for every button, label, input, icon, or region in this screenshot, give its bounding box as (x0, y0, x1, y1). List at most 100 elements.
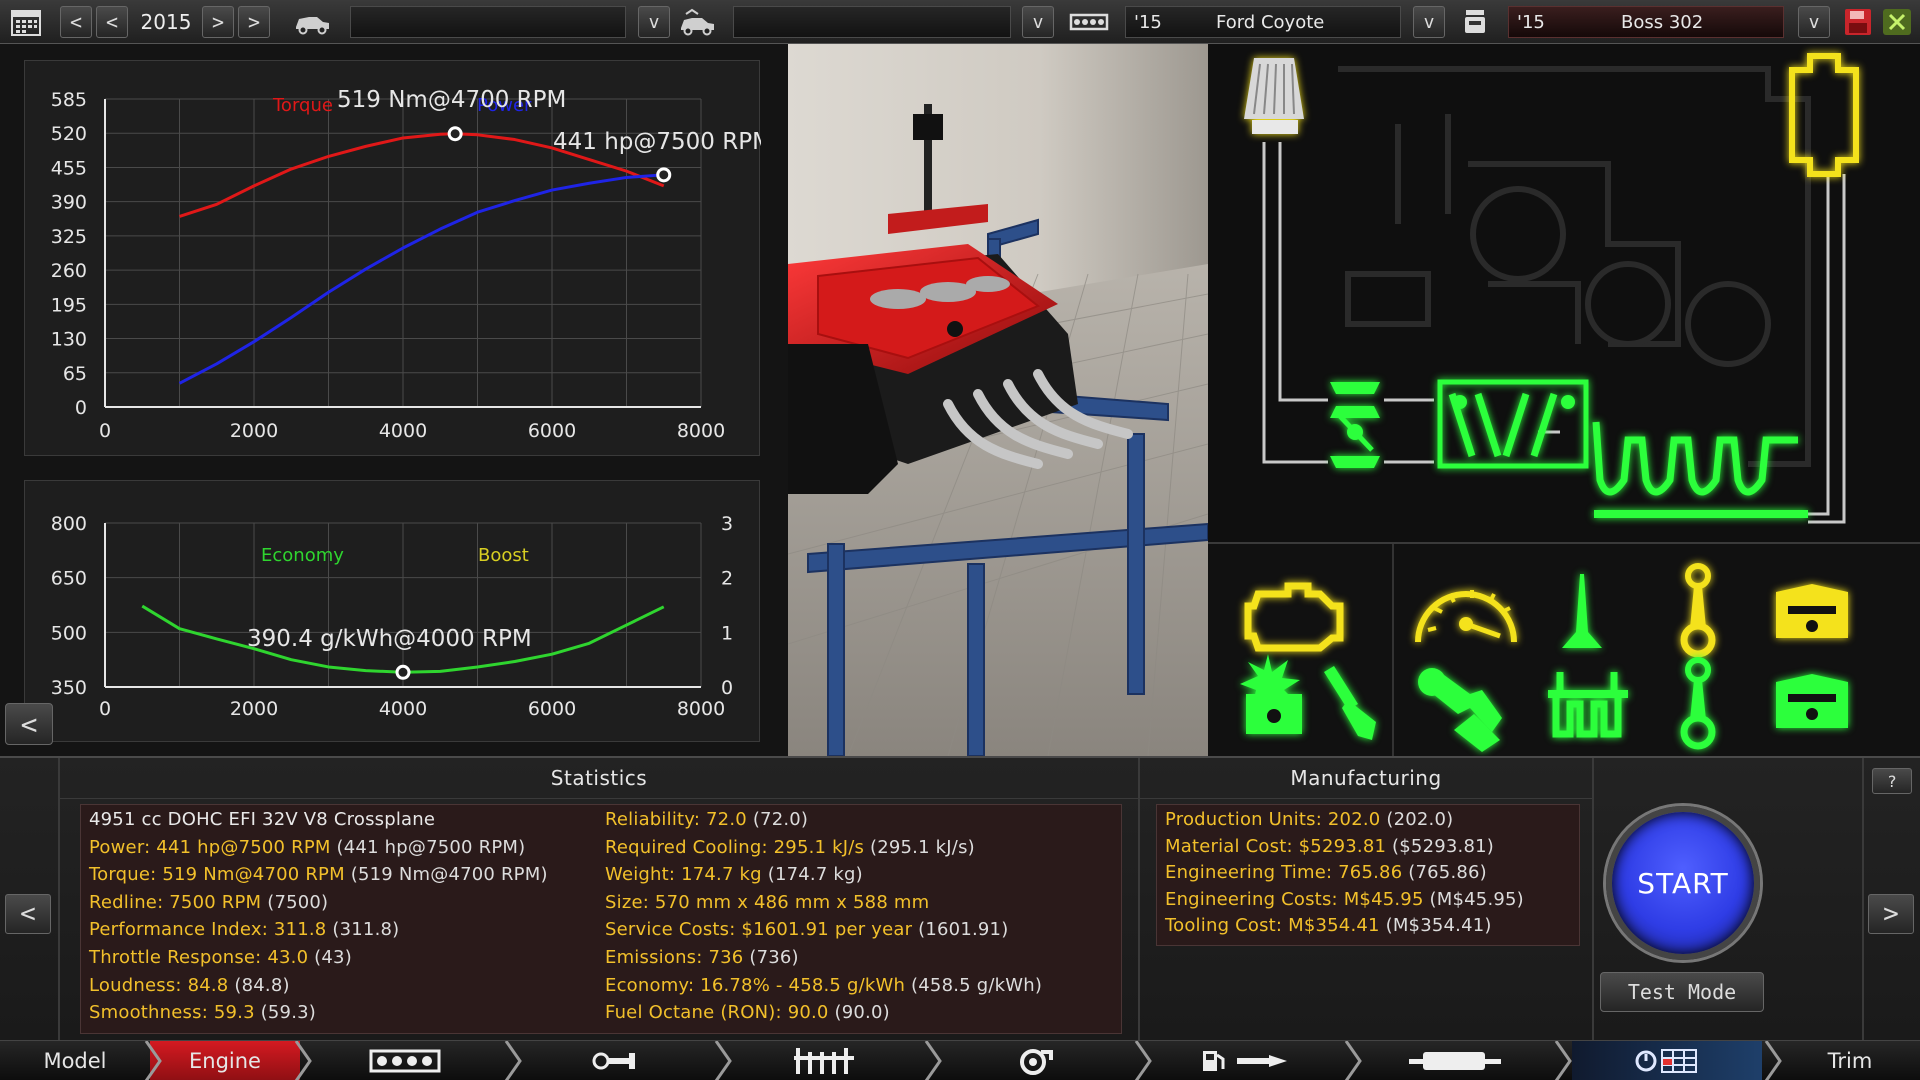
statistics-list: 4951 cc DOHC EFI 32V V8 Crossplane Power:… (80, 804, 1122, 1034)
x-tick-label: 2000 (230, 698, 278, 720)
stat-line: Smoothness: 59.3 (59.3) (89, 1002, 316, 1023)
nav-test-results[interactable] (1572, 1041, 1762, 1080)
economy-best-marker (395, 664, 411, 680)
start-button[interactable]: START (1606, 806, 1760, 960)
engine-family-name: Ford Coyote (1216, 11, 1325, 33)
year-back-button[interactable]: < (96, 6, 128, 38)
engine-block-nav-icon (369, 1049, 441, 1073)
engine-family-dropdown-button[interactable]: v (1413, 6, 1445, 38)
engine-3d-viewport[interactable] (788, 44, 1208, 756)
throttle-body-icon[interactable] (1330, 382, 1380, 468)
intake-manifold-icon[interactable] (1437, 379, 1589, 469)
year-forward-button[interactable]: > (202, 6, 234, 38)
engine-family-selector[interactable]: '15 Ford Coyote (1125, 6, 1401, 38)
y-tick-label: 0 (75, 397, 87, 419)
car-model-selector[interactable] (350, 6, 626, 38)
nav-chevron-icon (504, 1041, 522, 1080)
car-model-dropdown-button[interactable]: v (638, 6, 670, 38)
engine-variant-selector[interactable]: '15 Boss 302 (1508, 6, 1784, 38)
statistics-area: Statistics Manufacturing ? < > 4951 cc D… (0, 756, 1920, 1042)
muffler-nav-icon (1409, 1052, 1501, 1070)
manufacturing-stat-base-value: (M$354.41) (1379, 915, 1492, 937)
car-variant-dropdown-button[interactable]: v (1022, 6, 1054, 38)
nav-engine-block[interactable] (310, 1041, 500, 1080)
next-page-button[interactable]: > (1868, 894, 1914, 934)
stat-line: 4951 cc DOHC EFI 32V V8 Crossplane (89, 809, 435, 830)
close-variant-icon[interactable] (1880, 6, 1914, 38)
connecting-rod-top-icon[interactable] (1680, 563, 1716, 658)
car-model-icon (292, 6, 332, 38)
exhaust-manifold-icon[interactable] (1592, 421, 1808, 518)
manufacturing-stat-value: Production Units: 202.0 (1165, 809, 1381, 830)
nav-fuel-system[interactable] (1150, 1041, 1340, 1080)
camshaft-icon[interactable] (1562, 574, 1602, 648)
manufacturing-stat-base-value: (M$45.95) (1423, 888, 1524, 910)
stat-line: Reliability: 72.0 (72.0) (605, 809, 808, 830)
previous-page-button[interactable]: < (5, 894, 51, 934)
help-button[interactable]: ? (1872, 768, 1912, 794)
calendar-icon[interactable] (8, 6, 44, 38)
car-variant-selector[interactable] (733, 6, 1011, 38)
test-mode-button[interactable]: Test Mode (1600, 972, 1764, 1012)
exhaust-tip-icon[interactable] (1789, 53, 1859, 177)
stat-base-value: (174.7 kg) (761, 864, 863, 886)
piston-bottom-icon[interactable] (1776, 674, 1848, 728)
stat-value: Loudness: 84.8 (89, 974, 229, 996)
piston-top-icon[interactable] (1776, 584, 1848, 638)
y-tick-label: 455 (51, 157, 87, 179)
stat-line: Fuel Octane (RON): 90.0 (90.0) (605, 1002, 890, 1023)
y-tick-label: 500 (51, 622, 87, 644)
engine-variant-name: Boss 302 (1621, 11, 1704, 33)
nav-exhaust[interactable] (1360, 1041, 1550, 1080)
save-icon[interactable] (1842, 6, 1874, 38)
nav-top-end[interactable] (730, 1041, 920, 1080)
manufacturing-stat-value: Material Cost: $5293.81 (1165, 835, 1387, 857)
nav-crank[interactable] (520, 1041, 710, 1080)
nav-model[interactable]: Model (0, 1041, 150, 1080)
nav-chevron-icon (1344, 1041, 1362, 1080)
y-tick-label: 260 (51, 260, 87, 282)
stat-value: Power: 441 hp@7500 RPM (89, 836, 331, 858)
engine-block-icon[interactable] (1244, 582, 1344, 652)
stat-value: Performance Index: 311.8 (89, 919, 327, 941)
engine-variant-dropdown-button[interactable]: v (1798, 6, 1830, 38)
nav-chevron-icon (714, 1041, 732, 1080)
manufacturing-stat-base-value: (202.0) (1380, 809, 1454, 830)
legend-boost: Boost (478, 545, 529, 566)
spark-plug-icon[interactable] (1324, 666, 1376, 740)
power-curve (178, 173, 664, 385)
power-torque-chart-panel: 585 520 455 390 325 260 195 130 65 0 0 2000 4000 6000… (24, 60, 772, 456)
manufacturing-stat-value: Engineering Costs: M$45.95 (1165, 888, 1424, 910)
stat-line: Weight: 174.7 kg (174.7 kg) (605, 864, 863, 885)
x-tick-label: 8000 (677, 698, 725, 720)
manufacturing-list: Production Units: 202.0 (202.0) Material … (1156, 804, 1580, 946)
statistics-title: Statistics (550, 766, 648, 790)
air-filter-icon[interactable] (1244, 58, 1304, 134)
intake-runners-nav-icon (794, 1048, 854, 1074)
manufacturing-stat-base-value: (765.86) (1402, 862, 1487, 884)
stat-base-value: (519 Nm@4700 RPM) (344, 864, 548, 886)
stat-value: Required Cooling: 295.1 kJ/s (605, 836, 865, 858)
manufacturing-stat-base-value: ($5293.81) (1386, 835, 1494, 857)
top-toolbar: < < 2015 > > v v '15 Ford Coyote v '15 B… (0, 0, 1920, 44)
gauge-icon[interactable] (1415, 590, 1517, 643)
stat-base-value: (736) (743, 947, 799, 968)
year-back-fast-button[interactable]: < (60, 6, 92, 38)
tuning-wrench-icon[interactable] (1418, 668, 1502, 752)
nav-engine[interactable]: Engine (150, 1041, 300, 1080)
intake-runners-icon[interactable] (1548, 672, 1628, 738)
power-torque-chart: 585 520 455 390 325 260 195 130 65 00 2000 4000 6000… (51, 87, 772, 442)
nav-aspiration[interactable] (940, 1041, 1130, 1080)
charts-collapse-button[interactable]: < (5, 703, 53, 745)
ignition-icon[interactable] (1240, 654, 1302, 734)
x-tick-label: 8000 (677, 420, 725, 442)
nav-trim[interactable]: Trim (1780, 1041, 1920, 1080)
year-forward-fast-button[interactable]: > (238, 6, 270, 38)
stat-line: Torque: 519 Nm@4700 RPM (519 Nm@4700 RPM… (89, 864, 548, 885)
stat-value: Throttle Response: 43.0 (89, 947, 309, 968)
stat-value: Reliability: 72.0 (605, 809, 747, 830)
stat-line: Loudness: 84.8 (84.8) (89, 975, 290, 996)
stat-base-value: (72.0) (746, 809, 809, 830)
bottom-navigation: Model Engine Trim (0, 1040, 1920, 1080)
connecting-rod-bottom-icon[interactable] (1680, 657, 1716, 750)
